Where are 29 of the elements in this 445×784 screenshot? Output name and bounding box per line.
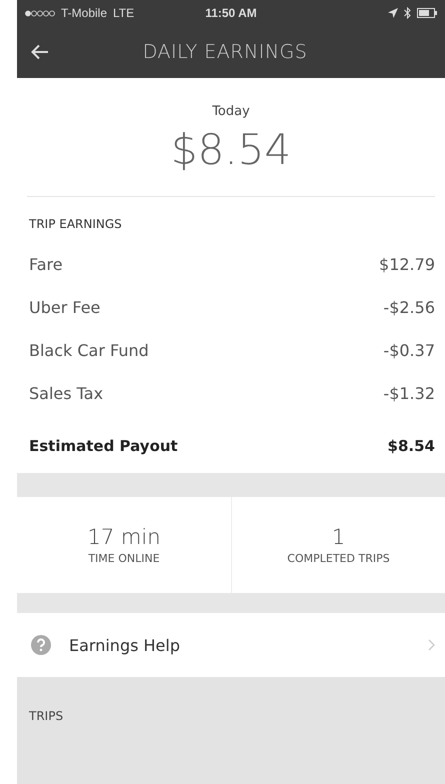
section-heading: TRIP EARNINGS [29,217,122,231]
total-amount: $8.54 [170,125,292,174]
help-icon [31,635,51,655]
payout-value: $8.54 [388,437,435,455]
screen-title: DAILY EARNINGS [142,41,308,63]
location-icon [388,8,398,18]
earning-label: Uber Fee [29,298,100,317]
network-type: LTE [113,6,134,20]
bluetooth-icon [404,7,411,19]
earning-label: Sales Tax [29,384,104,403]
earning-value: $12.79 [379,255,435,274]
status-time: 11:50 AM [205,6,257,20]
section-heading: TRIPS [29,709,64,723]
payout-label: Estimated Payout [29,437,178,455]
signal-icon [25,10,55,16]
period-label: Today [212,104,250,119]
chevron-right-icon [428,639,435,651]
stat-label: TIME ONLINE [88,552,160,565]
earning-label: Fare [29,255,63,274]
earning-value: -$1.32 [383,384,435,403]
carrier-name: T-Mobile [61,6,108,20]
stat-value: 1 [332,525,346,549]
stat-label: COMPLETED TRIPS [287,552,390,565]
back-arrow-icon[interactable] [31,44,49,60]
battery-icon [416,8,437,18]
earning-value: -$2.56 [383,298,435,317]
earning-value: -$0.37 [383,341,435,360]
earning-label: Black Car Fund [29,341,149,360]
stat-value: 17 min [88,525,160,549]
